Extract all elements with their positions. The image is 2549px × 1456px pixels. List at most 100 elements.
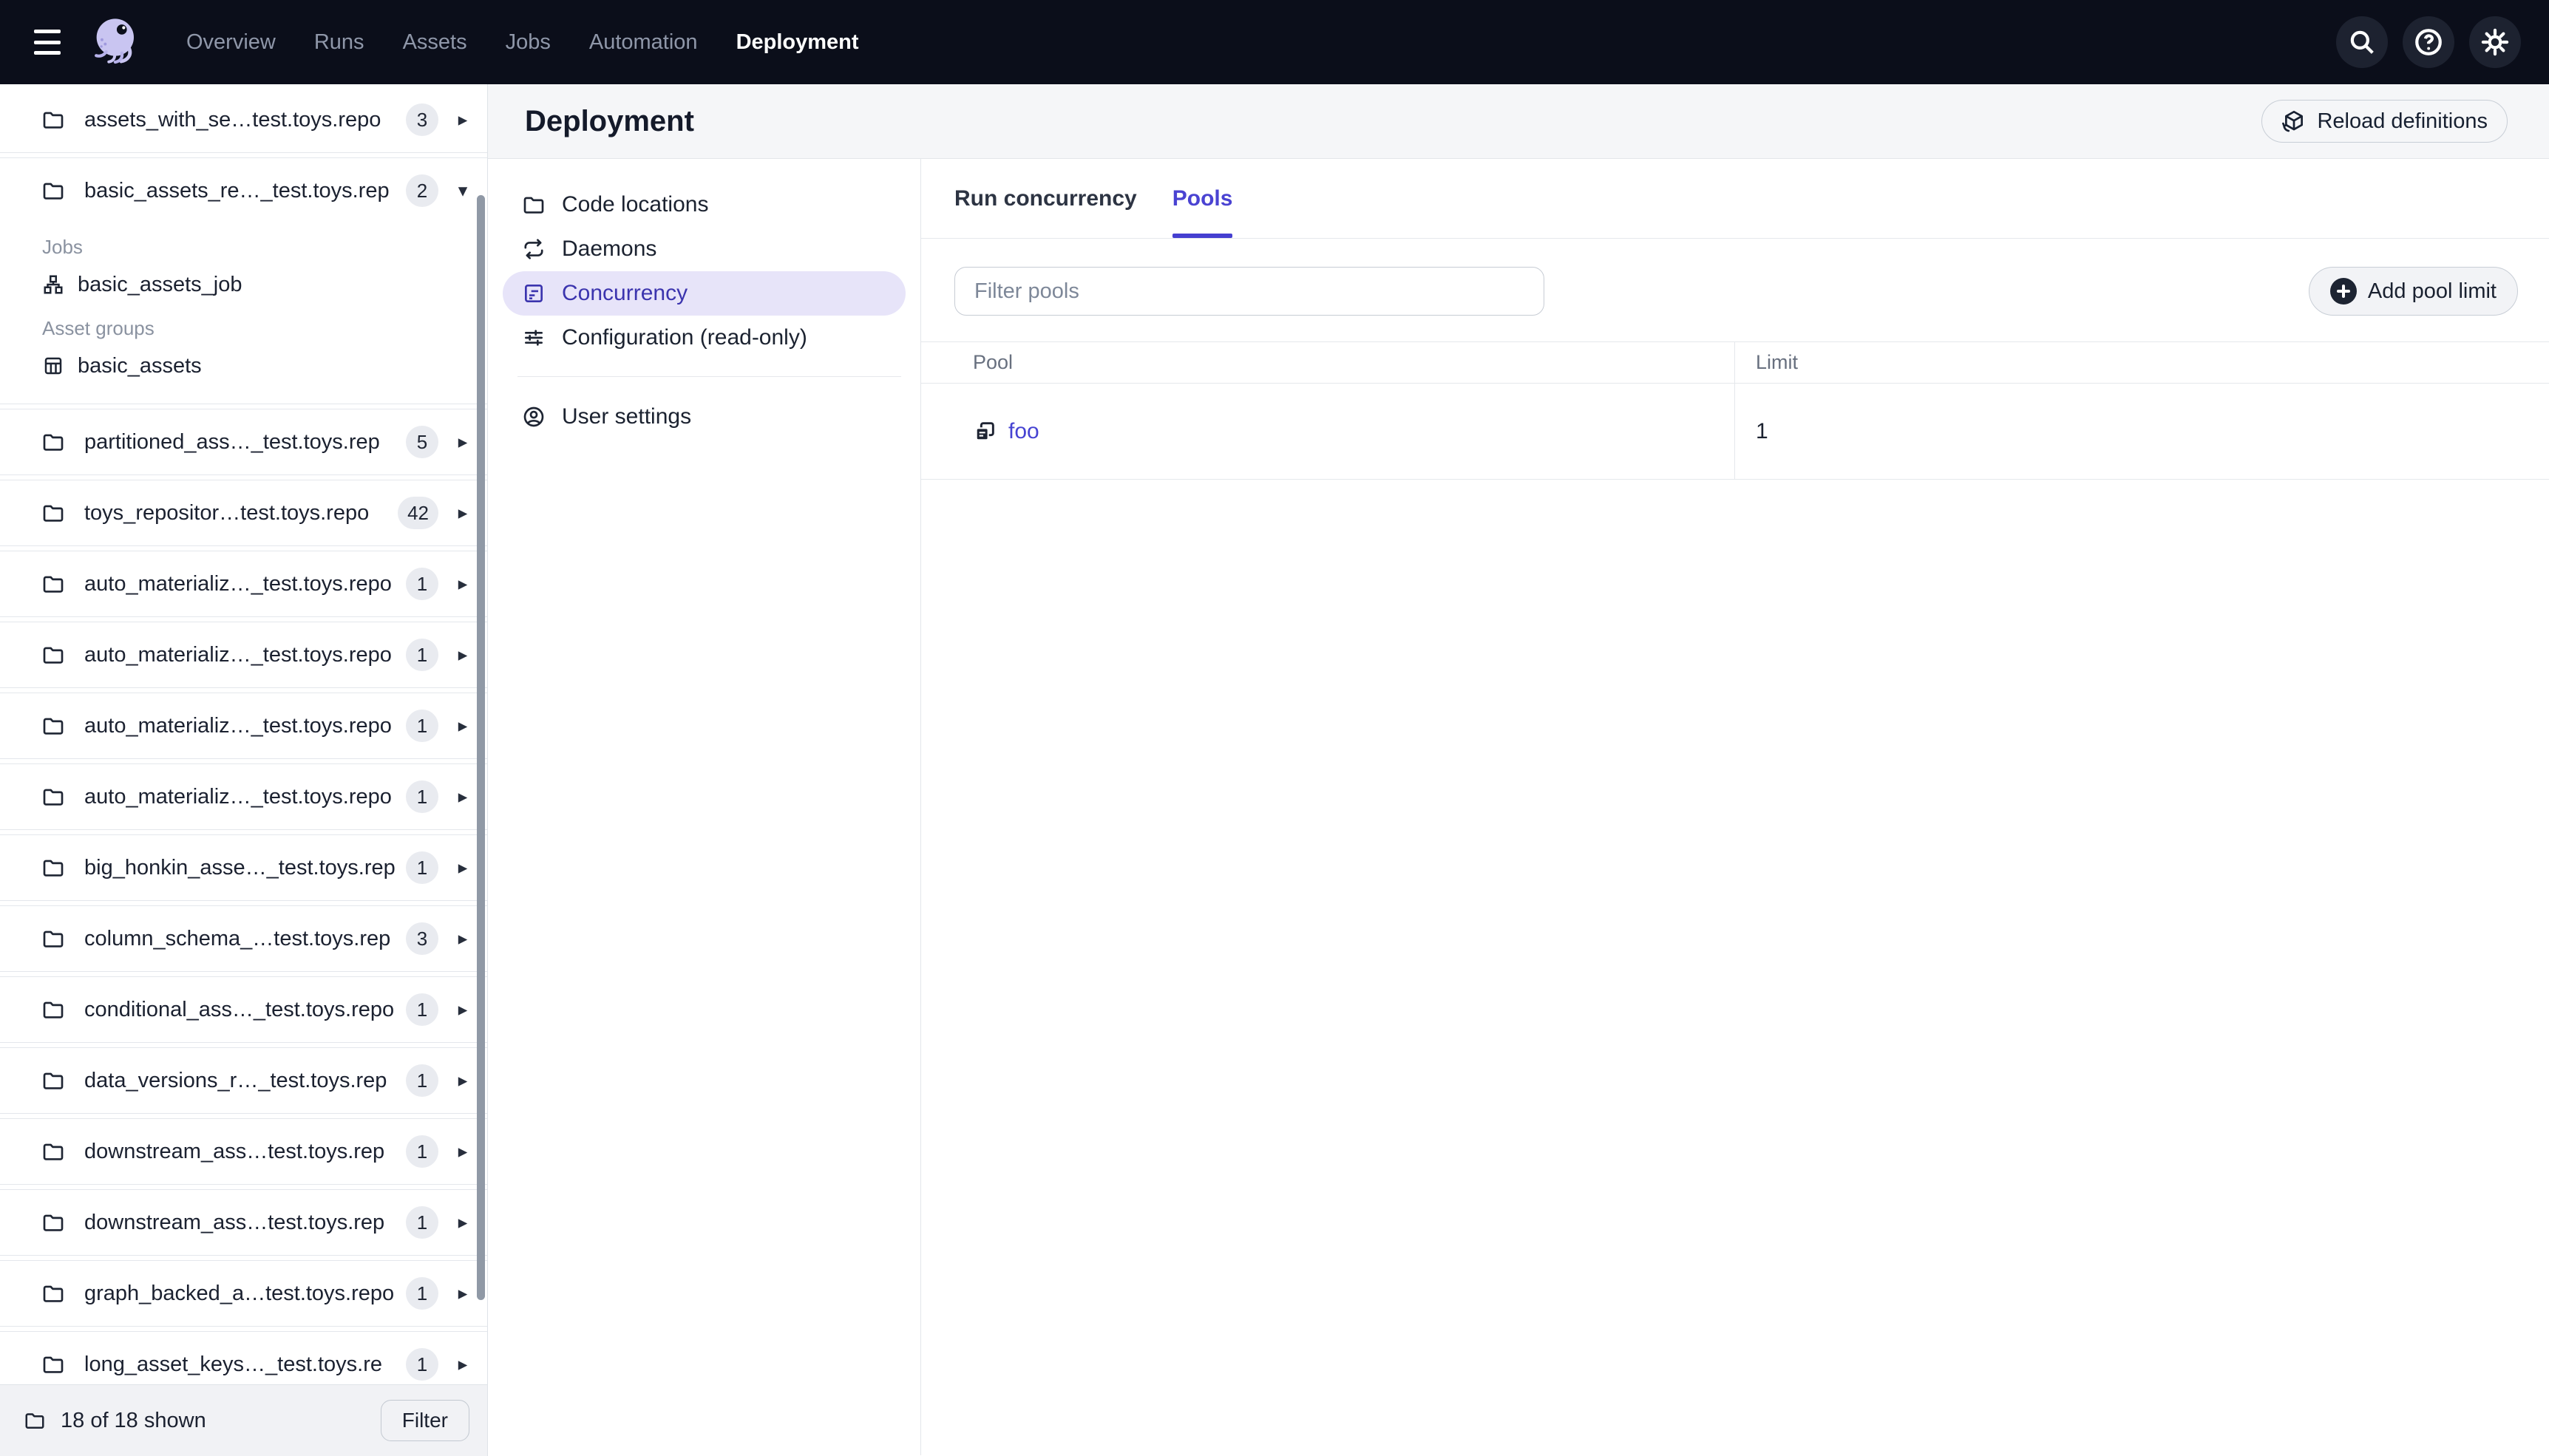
chevron-right-icon[interactable]: ▸: [453, 1353, 472, 1375]
code-location-section: partitioned_ass…_test.toys.rep 5 ▸: [0, 409, 487, 475]
code-location-section: assets_with_se…test.toys.repo 3 ▸: [0, 87, 487, 153]
chevron-right-icon[interactable]: ▸: [453, 857, 472, 879]
folder-icon: [43, 931, 64, 948]
count-badge: 1: [406, 710, 438, 742]
jobs-header: Jobs: [42, 235, 83, 258]
code-location-row[interactable]: downstream_ass…test.toys.rep 1 ▸: [0, 1190, 487, 1255]
code-location-row[interactable]: column_schema_…test.toys.rep 3 ▸: [0, 906, 487, 971]
chevron-down-icon[interactable]: ▾: [453, 180, 472, 202]
nav-assets[interactable]: Assets: [403, 30, 467, 55]
concurrency-tabs: Run concurrency Pools: [921, 159, 2549, 239]
code-location-row[interactable]: long_asset_keys…_test.toys.re 1 ▸: [0, 1332, 487, 1384]
code-location-section: long_asset_keys…_test.toys.re 1 ▸: [0, 1331, 487, 1384]
help-button[interactable]: [2403, 16, 2454, 68]
count-badge: 3: [406, 922, 438, 955]
chevron-right-icon[interactable]: ▸: [453, 928, 472, 950]
count-badge: 42: [398, 497, 438, 529]
nav-runs[interactable]: Runs: [314, 30, 364, 55]
subnav-label: Code locations: [562, 192, 709, 217]
code-location-row[interactable]: conditional_ass…_test.toys.repo 1 ▸: [0, 977, 487, 1042]
chevron-right-icon[interactable]: ▸: [453, 502, 472, 524]
code-location-row[interactable]: partitioned_ass…_test.toys.rep 5 ▸: [0, 409, 487, 474]
page-header: Deployment Reload definitions: [488, 84, 2549, 159]
chevron-right-icon[interactable]: ▸: [453, 431, 472, 453]
subnav-user-settings[interactable]: User settings: [503, 395, 906, 439]
dagster-logo-icon[interactable]: [86, 13, 143, 71]
job-item[interactable]: basic_assets_job: [0, 265, 487, 305]
reload-definitions-button[interactable]: Reload definitions: [2261, 100, 2508, 143]
chevron-right-icon[interactable]: ▸: [453, 644, 472, 666]
folder-icon: [43, 647, 64, 664]
code-location-row[interactable]: downstream_ass…test.toys.rep 1 ▸: [0, 1119, 487, 1184]
code-location-name: graph_backed_a…test.toys.repo: [84, 1281, 395, 1305]
asset-group-item[interactable]: basic_assets: [0, 346, 487, 386]
asset-group-name: basic_assets: [78, 353, 202, 378]
nav-jobs[interactable]: Jobs: [506, 30, 551, 55]
chevron-right-icon[interactable]: ▸: [453, 573, 472, 595]
code-location-row[interactable]: auto_materializ…_test.toys.repo 1 ▸: [0, 622, 487, 687]
subnav-code-locations[interactable]: Code locations: [503, 183, 906, 227]
deployment-subnav: Code locations Daemons Concurrency Confi…: [488, 159, 920, 1455]
pool-link[interactable]: foo: [973, 419, 1039, 444]
chevron-right-icon[interactable]: ▸: [453, 999, 472, 1021]
code-location-section: auto_materializ…_test.toys.repo 1 ▸: [0, 551, 487, 617]
chevron-right-icon[interactable]: ▸: [453, 1140, 472, 1163]
code-location-row[interactable]: auto_materializ…_test.toys.repo 1 ▸: [0, 551, 487, 616]
menu-icon[interactable]: [34, 30, 64, 55]
code-location-name: auto_materializ…_test.toys.repo: [84, 571, 392, 596]
add-pool-limit-button[interactable]: Add pool limit: [2308, 267, 2518, 316]
code-location-section: auto_materializ…_test.toys.repo 1 ▸: [0, 622, 487, 688]
pools-table: Pool Limit foo 1: [921, 341, 2549, 480]
folder-icon: [43, 112, 64, 129]
reload-cube-icon: [2282, 110, 2304, 132]
nav-overview[interactable]: Overview: [186, 30, 276, 55]
shown-count-label: 18 of 18 shown: [61, 1408, 206, 1432]
count-badge: 1: [406, 1277, 438, 1310]
search-button[interactable]: [2336, 16, 2388, 68]
sidebar-scrollbar[interactable]: [477, 195, 485, 1300]
code-location-row[interactable]: data_versions_r…_test.toys.rep 1 ▸: [0, 1048, 487, 1113]
count-badge: 1: [406, 1206, 438, 1239]
code-location-row[interactable]: graph_backed_a…test.toys.repo 1 ▸: [0, 1261, 487, 1326]
chevron-right-icon[interactable]: ▸: [453, 109, 472, 131]
code-location-row[interactable]: assets_with_se…test.toys.repo 3 ▸: [0, 87, 487, 152]
code-location-row[interactable]: auto_materializ…_test.toys.repo 1 ▸: [0, 693, 487, 758]
folder-icon: [43, 1356, 64, 1373]
sidebar-filter-button[interactable]: Filter: [380, 1400, 469, 1441]
nav-deployment[interactable]: Deployment: [736, 30, 859, 55]
chevron-right-icon[interactable]: ▸: [453, 1282, 472, 1304]
chevron-right-icon[interactable]: ▸: [453, 715, 472, 737]
code-location-section: graph_backed_a…test.toys.repo 1 ▸: [0, 1260, 487, 1327]
folder-icon: [43, 505, 64, 522]
add-pool-limit-label: Add pool limit: [2367, 279, 2497, 303]
code-location-section: downstream_ass…test.toys.rep 1 ▸: [0, 1189, 487, 1256]
code-location-row[interactable]: basic_assets_re…_test.toys.rep 2 ▾: [0, 158, 487, 223]
help-icon: [2415, 29, 2442, 55]
nav-automation[interactable]: Automation: [589, 30, 698, 55]
pool-row: foo 1: [921, 384, 2549, 480]
code-location-row[interactable]: big_honkin_asse…_test.toys.rep 1 ▸: [0, 835, 487, 900]
limit-column-header: Limit: [1756, 351, 1799, 373]
tab-pools[interactable]: Pools: [1172, 159, 1232, 238]
tab-run-concurrency[interactable]: Run concurrency: [954, 159, 1137, 238]
count-badge: 1: [406, 1135, 438, 1168]
code-location-name: downstream_ass…test.toys.rep: [84, 1210, 385, 1234]
count-badge: 2: [406, 174, 438, 207]
subnav-daemons[interactable]: Daemons: [503, 227, 906, 271]
code-location-section: auto_materializ…_test.toys.repo 1 ▸: [0, 693, 487, 759]
limit-cell: 1: [1735, 384, 2549, 479]
pools-toolbar: Add pool limit: [921, 267, 2549, 316]
code-location-section: big_honkin_asse…_test.toys.rep 1 ▸: [0, 834, 487, 901]
subnav-configuration[interactable]: Configuration (read-only): [503, 316, 906, 360]
chevron-right-icon[interactable]: ▸: [453, 1069, 472, 1092]
chevron-right-icon[interactable]: ▸: [453, 1211, 472, 1234]
code-location-row[interactable]: toys_repositor…test.toys.repo 42 ▸: [0, 480, 487, 545]
chevron-right-icon[interactable]: ▸: [453, 786, 472, 808]
subnav-concurrency[interactable]: Concurrency: [503, 271, 906, 316]
code-location-row[interactable]: auto_materializ…_test.toys.repo 1 ▸: [0, 764, 487, 829]
reload-definitions-label: Reload definitions: [2317, 109, 2488, 133]
settings-button[interactable]: [2469, 16, 2521, 68]
folder-icon: [523, 197, 544, 214]
code-location-name: auto_materializ…_test.toys.repo: [84, 784, 392, 809]
filter-pools-input[interactable]: [954, 267, 1544, 316]
